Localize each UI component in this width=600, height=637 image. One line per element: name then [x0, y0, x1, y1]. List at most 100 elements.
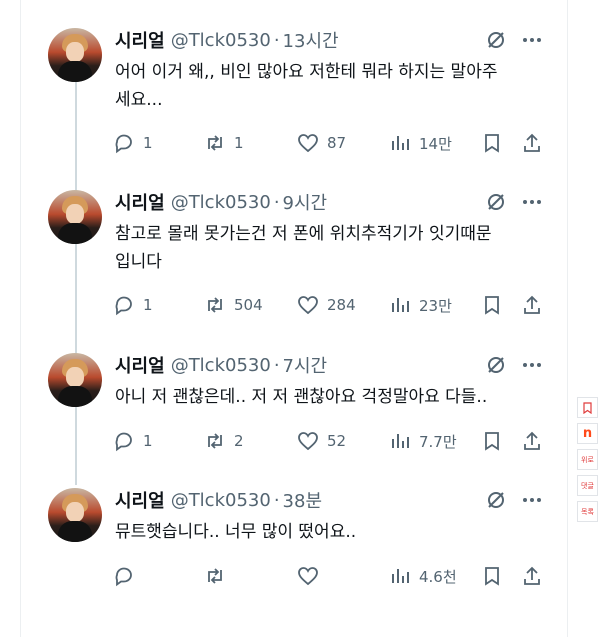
bookmark-icon [485, 432, 499, 451]
tweet-time[interactable]: 38분 [283, 487, 322, 513]
grok-icon[interactable] [486, 490, 506, 510]
like-button[interactable]: 52 [297, 428, 346, 454]
tweet[interactable]: 시리얼 @Tlck0530 · 7시간 아니 저 괜찮은데.. 저 저 괜찮아요… [0, 353, 560, 463]
bookmark-button[interactable] [481, 130, 503, 156]
list-button[interactable]: 목록 [577, 501, 598, 522]
views-button[interactable]: 4.6천 [389, 563, 457, 589]
bookmark-icon [485, 567, 499, 586]
reply-button[interactable]: 1 [113, 428, 153, 454]
avatar[interactable] [48, 488, 102, 542]
grok-icon[interactable] [486, 192, 506, 212]
tweet-text: 뮤트햇습니다.. 너무 많이 떴어요.. [115, 518, 555, 546]
analytics-icon [392, 569, 409, 583]
reply-button[interactable] [113, 563, 143, 589]
tweet[interactable]: 시리얼 @Tlck0530 · 38분 뮤트햇습니다.. 너무 많이 떴어요..… [0, 488, 560, 598]
grok-icon[interactable] [486, 355, 506, 375]
like-button[interactable]: 87 [297, 130, 346, 156]
views-button[interactable]: 7.7만 [389, 428, 457, 454]
reply-count: 1 [143, 134, 153, 152]
author-name[interactable]: 시리얼 [115, 487, 165, 513]
separator-dot: · [273, 354, 280, 376]
retweet-icon [208, 568, 222, 584]
share-button[interactable] [521, 130, 543, 156]
retweet-button[interactable]: 1 [204, 130, 244, 156]
tweet-text-line: 어어 이거 왜,, 비인 많아요 저한테 뭐라 하지는 말아주 [115, 62, 498, 82]
more-options-icon[interactable] [521, 30, 543, 50]
views-button[interactable]: 14만 [389, 130, 452, 156]
reply-count: 1 [143, 296, 153, 314]
view-count: 7.7만 [419, 432, 457, 451]
page-frame-right [567, 0, 568, 637]
retweet-button[interactable] [204, 563, 234, 589]
bookmark-icon [583, 401, 592, 414]
reply-button[interactable]: 1 [113, 292, 153, 318]
views-button[interactable]: 23만 [389, 292, 452, 318]
reply-button[interactable]: 1 [113, 130, 153, 156]
comments-button[interactable]: 댓글 [577, 475, 598, 496]
separator-dot: · [273, 29, 280, 51]
author-name[interactable]: 시리얼 [115, 352, 165, 378]
avatar[interactable] [48, 353, 102, 407]
tweet-time[interactable]: 7시간 [283, 352, 328, 378]
bookmark-side-button[interactable] [577, 397, 598, 418]
tweet-header: 시리얼 @Tlck0530 · 13시간 [115, 27, 339, 53]
author-handle[interactable]: @Tlck0530 [171, 355, 271, 376]
tweet-text-line: 아니 저 괜찮은데.. 저 저 괜찮아요 걱정말아요 다들.. [115, 387, 488, 407]
share-button[interactable] [521, 292, 543, 318]
author-handle[interactable]: @Tlck0530 [171, 30, 271, 51]
analytics-icon [392, 136, 409, 150]
tweet-text: 아니 저 괜찮은데.. 저 저 괜찮아요 걱정말아요 다들.. [115, 383, 555, 411]
retweet-button[interactable]: 504 [204, 292, 263, 318]
author-handle[interactable]: @Tlck0530 [171, 490, 271, 511]
retweet-icon [208, 433, 222, 449]
tweet-time[interactable]: 9시간 [283, 189, 328, 215]
like-count: 87 [327, 134, 347, 152]
tweet-text-line: 세요... [115, 90, 163, 110]
share-icon [524, 133, 540, 152]
more-options-icon[interactable] [521, 192, 543, 212]
like-button[interactable]: 284 [297, 292, 356, 318]
more-options-icon[interactable] [521, 355, 543, 375]
analytics-icon [392, 434, 409, 448]
author-name[interactable]: 시리얼 [115, 27, 165, 53]
share-button[interactable] [521, 563, 543, 589]
author-name[interactable]: 시리얼 [115, 189, 165, 215]
reply-icon [115, 567, 132, 587]
tweet-text-line: 입니다 [115, 252, 162, 272]
tweet[interactable]: 시리얼 @Tlck0530 · 9시간 참고로 몰래 못가는건 저 폰에 위치추… [0, 190, 560, 330]
tweet-text: 참고로 몰래 못가는건 저 폰에 위치추적기가 잇기때문 입니다 [115, 220, 555, 276]
bookmark-icon [485, 296, 499, 315]
more-options-icon[interactable] [521, 490, 543, 510]
tweet[interactable]: 시리얼 @Tlck0530 · 13시간 어어 이거 왜,, 비인 많아요 저한… [0, 28, 560, 168]
avatar[interactable] [48, 190, 102, 244]
retweet-count: 1 [234, 134, 244, 152]
retweet-icon [208, 297, 222, 313]
tweet-text-line: 참고로 몰래 못가는건 저 폰에 위치추적기가 잇기때문 [115, 224, 492, 244]
tweet-time[interactable]: 13시간 [283, 27, 339, 53]
reply-count: 1 [143, 432, 153, 450]
share-button[interactable] [521, 428, 543, 454]
scroll-top-button[interactable]: 위로 [577, 449, 598, 470]
avatar[interactable] [48, 28, 102, 82]
tweet-actions: 1 504 284 23만 [0, 292, 560, 318]
reply-icon [115, 432, 132, 452]
heart-icon [298, 134, 318, 153]
tweet-header: 시리얼 @Tlck0530 · 7시간 [115, 352, 328, 378]
share-icon [524, 431, 540, 450]
bookmark-icon [485, 134, 499, 153]
retweet-button[interactable]: 2 [204, 428, 244, 454]
side-widget: n 위로 댓글 목록 [577, 397, 598, 527]
naver-side-button[interactable]: n [577, 423, 598, 444]
grok-icon[interactable] [486, 30, 506, 50]
bookmark-button[interactable] [481, 292, 503, 318]
tweet-header: 시리얼 @Tlck0530 · 38분 [115, 487, 322, 513]
bookmark-button[interactable] [481, 563, 503, 589]
view-count: 14만 [419, 134, 452, 153]
author-handle[interactable]: @Tlck0530 [171, 192, 271, 213]
separator-dot: · [273, 191, 280, 213]
like-button[interactable] [297, 563, 327, 589]
view-count: 23만 [419, 296, 452, 315]
bookmark-button[interactable] [481, 428, 503, 454]
tweet-text: 어어 이거 왜,, 비인 많아요 저한테 뭐라 하지는 말아주 세요... [115, 58, 555, 114]
share-icon [524, 566, 540, 585]
